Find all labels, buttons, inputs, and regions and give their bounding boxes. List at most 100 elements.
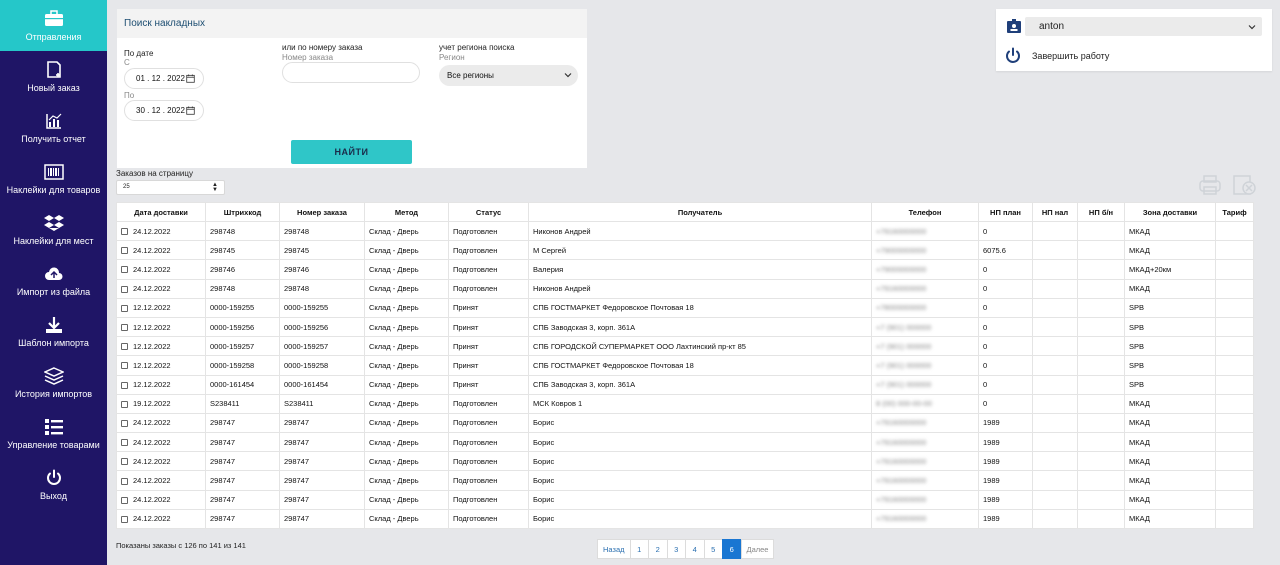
column-header[interactable]: Статус	[448, 202, 529, 222]
column-header[interactable]: Зона доставки	[1124, 202, 1216, 222]
cell-text: Склад - Дверь	[369, 303, 419, 313]
sidebar-item-8[interactable]: Управление товарами	[0, 408, 107, 459]
row-checkbox[interactable]	[121, 458, 128, 466]
logout-button[interactable]: Завершить работу	[1004, 47, 1109, 65]
phone-value: +7 (901) 000000	[876, 360, 932, 370]
row-checkbox[interactable]	[121, 228, 128, 236]
column-header[interactable]: НП нал	[1032, 202, 1078, 222]
calendar-icon[interactable]	[186, 74, 195, 83]
row-checkbox[interactable]	[121, 381, 128, 389]
cell-text: 298748	[284, 284, 310, 294]
cell-text: 0	[983, 341, 988, 351]
table-row[interactable]: 24.12.2022 298748 298748 Склад - Дверь Подго…	[116, 220, 1254, 242]
sidebar-item-0[interactable]: Отправления	[0, 0, 107, 51]
table-row[interactable]: 24.12.2022 298745 298745 Склад - Дверь Подго…	[116, 240, 1254, 261]
row-checkbox[interactable]	[121, 266, 128, 274]
table-row[interactable]: 24.12.2022 298747 298747 Склад - Дверь Подго…	[116, 412, 1254, 434]
page-button-1[interactable]: 1	[629, 539, 649, 559]
sidebar-item-6[interactable]: Шаблон импорта	[0, 306, 107, 357]
find-button[interactable]: НАЙТИ	[291, 140, 412, 164]
table-row[interactable]: 12.12.2022 0000-159257 0000-159257 Склад - …	[116, 336, 1254, 357]
column-header[interactable]: НП б/н	[1077, 202, 1125, 222]
cell-text: 298748	[210, 284, 236, 294]
cell-text: Подготовлен	[453, 456, 498, 466]
table-row[interactable]: 24.12.2022 298747 298747 Склад - Дверь Подго…	[116, 451, 1254, 472]
table-cell: Склад - Дверь	[364, 220, 449, 242]
table-cell: Склад - Дверь	[364, 508, 449, 530]
user-select[interactable]: anton	[1025, 17, 1262, 36]
page-button-6[interactable]: 6	[722, 539, 742, 559]
row-checkbox[interactable]	[121, 343, 128, 351]
sidebar-item-9[interactable]: Выход	[0, 459, 107, 510]
chevron-down-icon	[564, 73, 572, 78]
row-checkbox[interactable]	[121, 304, 128, 312]
table-cell: 298748	[205, 220, 280, 242]
cell-text: 298747	[284, 514, 310, 524]
table-row[interactable]: 24.12.2022 298747 298747 Склад - Дверь Подго…	[116, 508, 1254, 530]
sidebar-item-7[interactable]: История импортов	[0, 357, 107, 408]
table-cell	[1077, 432, 1125, 453]
column-header[interactable]: НП план	[978, 202, 1033, 222]
sidebar-item-label: История импортов	[14, 389, 93, 399]
list-icon	[44, 417, 64, 436]
page-button-4[interactable]: 4	[685, 539, 705, 559]
sidebar-item-2[interactable]: Получить отчет	[0, 102, 107, 153]
next-page-button[interactable]: Далее	[740, 539, 775, 559]
table-cell: SPB	[1124, 355, 1216, 376]
table-cell: +79160000000	[871, 451, 979, 472]
print-icon[interactable]	[1198, 174, 1222, 196]
table-row[interactable]: 24.12.2022 298747 298747 Склад - Дверь Подго…	[116, 432, 1254, 453]
page-button-2[interactable]: 2	[648, 539, 668, 559]
row-checkbox[interactable]	[121, 515, 128, 523]
row-checkbox[interactable]	[121, 477, 128, 485]
cell-text: МКАД	[1129, 245, 1150, 255]
table-row[interactable]: 12.12.2022 0000-159258 0000-159258 Склад - …	[116, 355, 1254, 376]
order-number-input[interactable]	[282, 62, 420, 83]
table-cell	[1032, 240, 1078, 261]
per-page-select[interactable]: 25 ▲ ▼	[116, 180, 225, 195]
table-row[interactable]: 24.12.2022 298748 298748 Склад - Дверь Подго…	[116, 278, 1254, 299]
date-from-input[interactable]: 01 . 12 . 2022	[124, 68, 204, 89]
row-checkbox[interactable]	[121, 496, 128, 504]
row-checkbox[interactable]	[121, 324, 128, 332]
sidebar-item-4[interactable]: Наклейки для мест	[0, 204, 107, 255]
row-checkbox[interactable]	[121, 439, 128, 447]
row-checkbox[interactable]	[121, 419, 128, 427]
column-header[interactable]: Дата доставки	[116, 202, 206, 222]
column-header[interactable]: Получатель	[528, 202, 872, 222]
sidebar-item-1[interactable]: Новый заказ	[0, 51, 107, 102]
table-row[interactable]: 24.12.2022 298747 298747 Склад - Дверь Подго…	[116, 470, 1254, 491]
column-header[interactable]: Штрихкод	[205, 202, 280, 222]
date-to-input[interactable]: 30 . 12 . 2022	[124, 100, 204, 121]
sidebar-item-5[interactable]: Импорт из файла	[0, 255, 107, 306]
table-cell: Склад - Дверь	[364, 355, 449, 376]
row-checkbox[interactable]	[121, 400, 128, 408]
row-checkbox[interactable]	[121, 362, 128, 370]
delete-icon[interactable]	[1232, 174, 1256, 196]
page-button-5[interactable]: 5	[703, 539, 723, 559]
calendar-icon[interactable]	[186, 106, 195, 115]
table-row[interactable]: 24.12.2022 298747 298747 Склад - Дверь Подго…	[116, 489, 1254, 510]
row-checkbox[interactable]	[121, 247, 128, 255]
column-header[interactable]: Телефон	[871, 202, 979, 222]
prev-page-button[interactable]: Назад	[597, 539, 631, 559]
cell-text: 0	[983, 284, 988, 294]
table-cell: 0000-159258	[205, 355, 280, 376]
column-header[interactable]: Тариф	[1215, 202, 1254, 222]
table-cell: +7 (901) 000000	[871, 355, 979, 376]
table-row[interactable]: 12.12.2022 0000-161454 0000-161454 Склад - …	[116, 374, 1254, 395]
sidebar-item-3[interactable]: Наклейки для товаров	[0, 153, 107, 204]
table-cell: 8 (00) 000-00-00	[871, 393, 979, 414]
cell-text: Никонов Андрей	[533, 284, 591, 294]
page-button-3[interactable]: 3	[666, 539, 686, 559]
table-cell	[1032, 393, 1078, 414]
table-row[interactable]: 24.12.2022 298746 298746 Склад - Дверь Подго…	[116, 259, 1254, 280]
table-row[interactable]: 12.12.2022 0000-159255 0000-159255 Склад - …	[116, 297, 1254, 318]
row-checkbox[interactable]	[121, 285, 128, 293]
table-row[interactable]: 19.12.2022 S238411 S238411 Склад - Дверь Под…	[116, 393, 1254, 414]
order-number-label: или по номеру заказа	[282, 43, 363, 52]
region-select[interactable]: Все регионы	[439, 65, 578, 86]
column-header[interactable]: Метод	[364, 202, 449, 222]
column-header[interactable]: Номер заказа	[279, 202, 365, 222]
table-row[interactable]: 12.12.2022 0000-159256 0000-159256 Склад - …	[116, 316, 1254, 338]
